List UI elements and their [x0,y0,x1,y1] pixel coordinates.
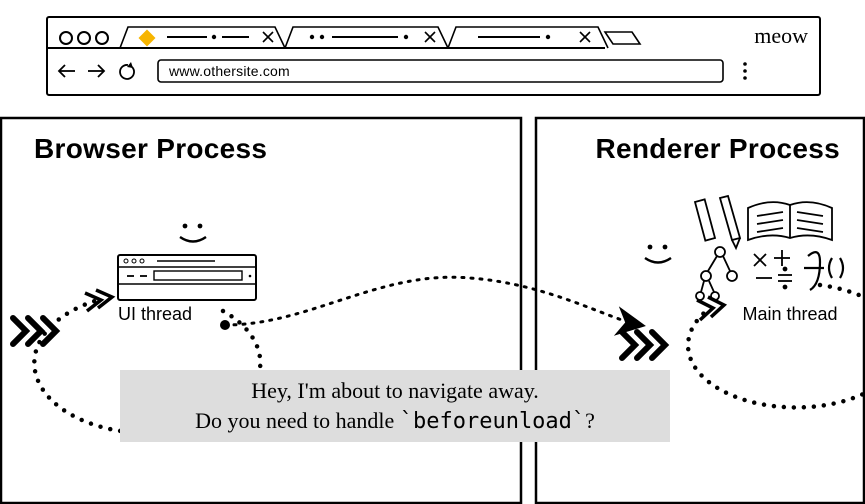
close-icon[interactable] [263,32,273,42]
message-line1: Hey, I'm about to navigate away. [251,378,539,403]
svg-text:Do you need to handle `beforeu: Do you need to handle `beforeunload`? [195,408,595,434]
main-thread-loop: Main thread [645,196,865,407]
brand-name: meow [754,23,808,48]
message-arrow [220,277,640,330]
window-dot-icon [78,32,90,44]
renderer-process-title: Renderer Process [596,133,840,164]
ruler-pencil-icon [695,196,740,248]
message-line2b: ? [585,408,595,433]
function-icon [804,252,843,290]
url-value: www.othersite.com [168,63,290,79]
active-tab-indicator-icon [139,30,156,47]
message-code: `beforeunload` [400,409,585,434]
close-icon[interactable] [580,32,590,42]
smiley-icon [645,245,671,263]
chevrons-icon [622,332,665,358]
message-callout: Hey, I'm about to navigate away. Do you … [120,370,670,442]
new-tab-button[interactable] [605,32,640,44]
main-thread-label: Main thread [742,304,837,324]
book-icon [748,202,832,240]
tab[interactable] [448,27,608,48]
browser-window-icon [118,255,256,300]
reload-button[interactable] [120,62,134,79]
forward-button[interactable] [88,65,104,77]
menu-button[interactable] [743,62,747,80]
back-button[interactable] [59,65,75,77]
close-icon[interactable] [425,32,435,42]
browser-process-panel [1,118,521,503]
message-line2a: Do you need to handle [195,408,400,433]
ui-thread-label: UI thread [118,304,192,324]
smiley-icon [180,224,206,242]
url-input[interactable]: www.othersite.com [158,60,723,82]
tree-icon [696,247,737,300]
chevrons-icon [13,318,56,344]
window-dot-icon [96,32,108,44]
window-dot-icon [60,32,72,44]
browser-chrome: meow www.othersite.com [47,17,820,95]
tab[interactable] [285,27,448,48]
math-ops-icon [754,250,792,289]
browser-process-title: Browser Process [34,133,267,164]
